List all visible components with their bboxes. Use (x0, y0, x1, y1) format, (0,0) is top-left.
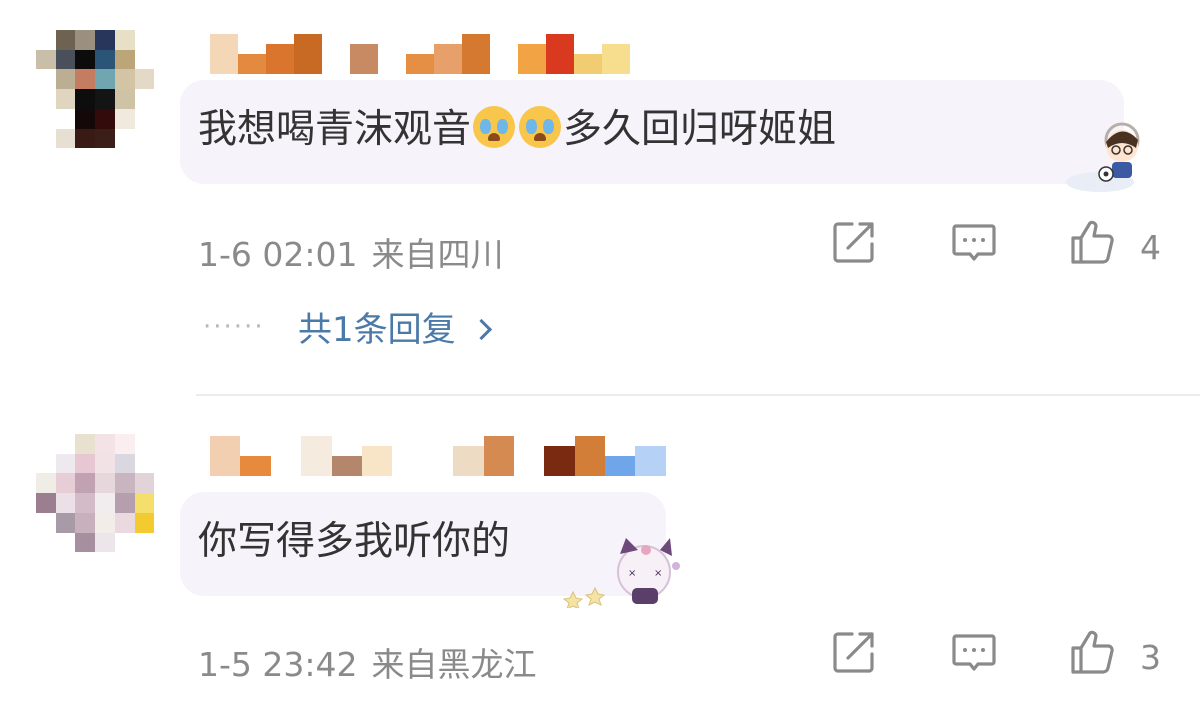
reply-indicator-dots: ······ (203, 312, 265, 342)
comment-text: 我想喝青沫观音 多久回归呀姬姐 (198, 105, 836, 155)
like-count: 4 (1140, 228, 1161, 267)
reply-count-label: 共1条回复 (298, 310, 456, 350)
bubble-decoration-sticker: × × (562, 538, 680, 608)
comment-bubble: 我想喝青沫观音 多久回归呀姬姐 (180, 80, 1124, 184)
username-blurred[interactable] (210, 436, 666, 476)
like-count: 3 (1140, 638, 1161, 677)
svg-text:×: × (628, 568, 636, 579)
crying-face-emoji (519, 106, 562, 148)
comment-item: 我想喝青沫观音 多久回归呀姬姐 1-6 02:01 来自四川 4 ······ … (0, 0, 1200, 395)
comment-location: 来自四川 (371, 235, 504, 274)
comment-meta: 1-5 23:42 来自黑龙江 (198, 638, 537, 686)
avatar[interactable] (36, 30, 174, 168)
svg-text:×: × (654, 568, 662, 579)
comment-meta: 1-6 02:01 来自四川 (198, 228, 504, 276)
comment-item: 你写得多我听你的 × × 1-5 23:42 来自黑龙江 3 (0, 396, 1200, 713)
avatar[interactable] (36, 434, 174, 572)
username-blurred[interactable] (210, 34, 630, 74)
crying-face-emoji (473, 106, 516, 148)
comment-text: 你写得多我听你的 (198, 519, 511, 564)
share-icon (833, 222, 874, 263)
comment-location: 来自黑龙江 (371, 645, 537, 684)
comment-timestamp: 1-6 02:01 (198, 235, 358, 274)
comment-button[interactable] (950, 628, 1010, 688)
comment-text-part: 我想喝青沫观音 (198, 107, 472, 152)
like-button[interactable] (1068, 628, 1128, 688)
thumbs-up-icon (1071, 630, 1114, 674)
comment-timestamp: 1-5 23:42 (198, 645, 358, 684)
comment-icon (952, 634, 996, 671)
share-button[interactable] (830, 218, 890, 278)
chevron-right-icon (470, 318, 492, 341)
comment-button[interactable] (950, 218, 1010, 278)
view-replies-link[interactable]: 共1条回复 (298, 302, 492, 351)
thumbs-up-icon (1071, 220, 1114, 264)
comment-icon (952, 224, 996, 261)
like-button[interactable] (1068, 218, 1128, 278)
share-button[interactable] (830, 628, 890, 688)
share-icon (833, 632, 874, 673)
bubble-decoration-sticker (1066, 122, 1140, 192)
comment-text-part: 多久回归呀姬姐 (563, 107, 837, 152)
